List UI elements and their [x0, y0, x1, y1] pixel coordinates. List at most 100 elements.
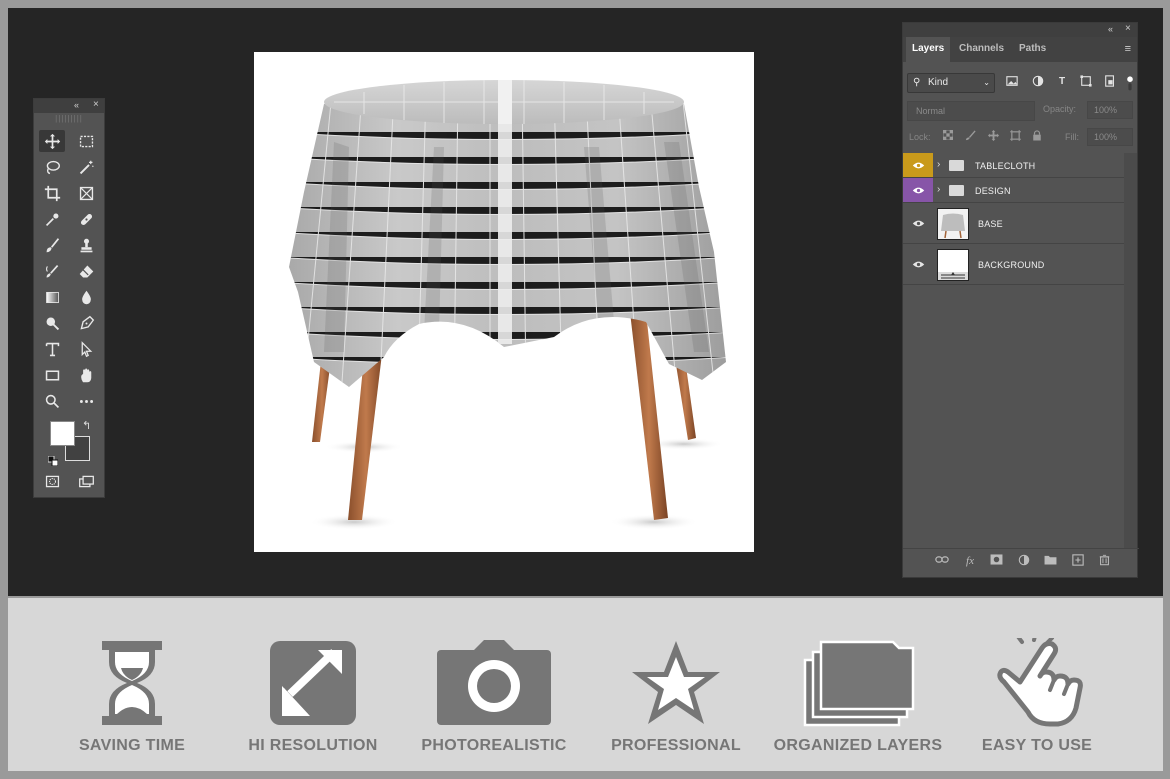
layer-name: BASE	[978, 219, 1003, 229]
history-brush-tool-icon[interactable]	[39, 260, 65, 282]
layer-thumbnail	[937, 249, 969, 281]
layer-name: DESIGN	[975, 186, 1011, 196]
layers-panel-footer: fx	[903, 548, 1139, 572]
visibility-eye-icon[interactable]	[903, 153, 933, 177]
visibility-eye-icon[interactable]	[903, 244, 933, 284]
hand-tool-icon[interactable]	[73, 364, 99, 386]
type-tool-icon[interactable]	[39, 338, 65, 360]
close-icon[interactable]: ×	[93, 99, 99, 110]
layer-thumbnail	[937, 208, 969, 240]
move-tool-icon[interactable]	[39, 130, 65, 152]
tab-paths[interactable]: Paths	[1013, 37, 1052, 62]
mockup-frame: « × ||||||||| ↰ « × Layers Channels Path…	[0, 0, 1170, 779]
new-group-folder-icon[interactable]	[1043, 554, 1057, 568]
magic-wand-tool-icon[interactable]	[73, 156, 99, 178]
frame-tool-icon[interactable]	[73, 182, 99, 204]
lock-label: Lock:	[909, 132, 931, 142]
pen-tool-icon[interactable]	[73, 312, 99, 334]
new-adjustment-layer-icon[interactable]	[1017, 554, 1031, 568]
path-selection-tool-icon[interactable]	[73, 338, 99, 360]
dodge-tool-icon[interactable]	[39, 312, 65, 334]
lock-position-icon[interactable]	[986, 130, 1000, 144]
features-bar: SAVING TIME HI RESOLUTION PHOTOREALISTIC	[8, 598, 1163, 771]
feature-saving-time: SAVING TIME	[37, 598, 227, 771]
visibility-eye-icon[interactable]	[903, 178, 933, 202]
layer-row-base[interactable]: BASE	[903, 203, 1124, 244]
folder-icon	[949, 160, 964, 171]
blur-tool-icon[interactable]	[73, 286, 99, 308]
link-layers-icon[interactable]	[935, 554, 949, 568]
feature-label: PROFESSIONAL	[611, 737, 741, 754]
shape-filter-icon[interactable]	[1079, 75, 1093, 89]
marquee-tool-icon[interactable]	[73, 130, 99, 152]
healing-brush-tool-icon[interactable]	[73, 208, 99, 230]
lock-transparent-icon[interactable]	[941, 129, 955, 144]
opacity-input[interactable]: 100%	[1087, 101, 1133, 119]
layers-panel: « × Layers Channels Paths ≡ ⚲ Kind ⌄ T N…	[902, 22, 1139, 578]
fill-input[interactable]: 100%	[1087, 128, 1133, 146]
fill-label: Fill:	[1065, 132, 1079, 142]
zoom-tool-icon[interactable]	[39, 390, 65, 412]
gradient-tool-icon[interactable]	[39, 286, 65, 308]
brush-tool-icon[interactable]	[39, 234, 65, 256]
blend-row: Normal Opacity: 100%	[907, 101, 1135, 121]
filter-toggle-icon[interactable]	[1123, 75, 1137, 91]
new-layer-icon[interactable]	[1071, 554, 1085, 568]
delete-layer-icon[interactable]	[1097, 554, 1111, 568]
clone-stamp-tool-icon[interactable]	[73, 234, 99, 256]
layer-row-tablecloth[interactable]: › TABLECLOTH	[903, 153, 1124, 178]
feature-label: ORGANIZED LAYERS	[773, 737, 943, 754]
layer-name: TABLECLOTH	[975, 161, 1036, 171]
filter-kind-select[interactable]: ⚲ Kind ⌄	[907, 73, 995, 93]
tab-layers[interactable]: Layers	[906, 37, 951, 62]
layer-style-icon[interactable]: fx	[963, 554, 977, 568]
lock-all-icon[interactable]	[1030, 130, 1044, 144]
pointing-hand-icon	[997, 638, 1083, 727]
quick-mask-icon[interactable]	[39, 470, 65, 492]
chevron-right-icon[interactable]: ›	[937, 159, 940, 170]
lock-image-icon[interactable]	[963, 130, 977, 144]
close-icon[interactable]: ×	[1125, 23, 1131, 34]
collapse-icon[interactable]: «	[74, 100, 79, 110]
lock-artboard-icon[interactable]	[1008, 130, 1022, 144]
expand-arrows-icon	[270, 641, 356, 725]
feature-organized-layers: ORGANIZED LAYERS	[763, 598, 953, 771]
type-filter-icon[interactable]: T	[1055, 75, 1069, 89]
panel-tabs: Layers Channels Paths ≡	[903, 37, 1137, 62]
feature-photorealistic: PHOTOREALISTIC	[399, 598, 589, 771]
chevron-down-icon: ⌄	[983, 78, 990, 87]
eraser-tool-icon[interactable]	[73, 260, 99, 282]
feature-label: EASY TO USE	[981, 737, 1093, 754]
layers-scrollbar[interactable]	[1124, 153, 1137, 548]
smart-object-filter-icon[interactable]	[1103, 75, 1117, 89]
default-colors-icon[interactable]	[47, 453, 59, 467]
document-canvas[interactable]	[254, 52, 754, 552]
screen-mode-icon[interactable]	[73, 470, 99, 492]
tools-panel-titlebar[interactable]: « ×	[34, 99, 104, 113]
tools-panel: « × ||||||||| ↰	[33, 98, 105, 498]
adjustment-filter-icon[interactable]	[1031, 75, 1045, 89]
crop-tool-icon[interactable]	[39, 182, 65, 204]
feature-label: SAVING TIME	[78, 737, 186, 754]
layers-panel-titlebar[interactable]: « ×	[903, 23, 1137, 37]
eyedropper-tool-icon[interactable]	[39, 208, 65, 230]
layer-row-design[interactable]: › DESIGN	[903, 178, 1124, 203]
more-tools-icon[interactable]	[73, 390, 99, 412]
tablecloth-mockup-image	[289, 80, 726, 530]
collapse-icon[interactable]: «	[1108, 24, 1113, 34]
blend-mode-select[interactable]: Normal	[907, 101, 1035, 121]
layer-row-background[interactable]: BACKGROUND	[903, 244, 1124, 285]
add-mask-icon[interactable]	[989, 554, 1003, 568]
tab-channels[interactable]: Channels	[953, 37, 1010, 62]
panel-menu-icon[interactable]: ≡	[1125, 43, 1131, 55]
pixel-filter-icon[interactable]	[1005, 75, 1019, 89]
lasso-tool-icon[interactable]	[39, 156, 65, 178]
visibility-eye-icon[interactable]	[903, 203, 933, 243]
layer-name: BACKGROUND	[978, 260, 1045, 270]
foreground-color-swatch[interactable]	[50, 421, 75, 446]
swap-colors-icon[interactable]: ↰	[82, 419, 91, 432]
feature-label: HI RESOLUTION	[248, 737, 378, 754]
chevron-right-icon[interactable]: ›	[937, 184, 940, 195]
panel-grip[interactable]: |||||||||	[34, 113, 104, 125]
rectangle-tool-icon[interactable]	[39, 364, 65, 386]
